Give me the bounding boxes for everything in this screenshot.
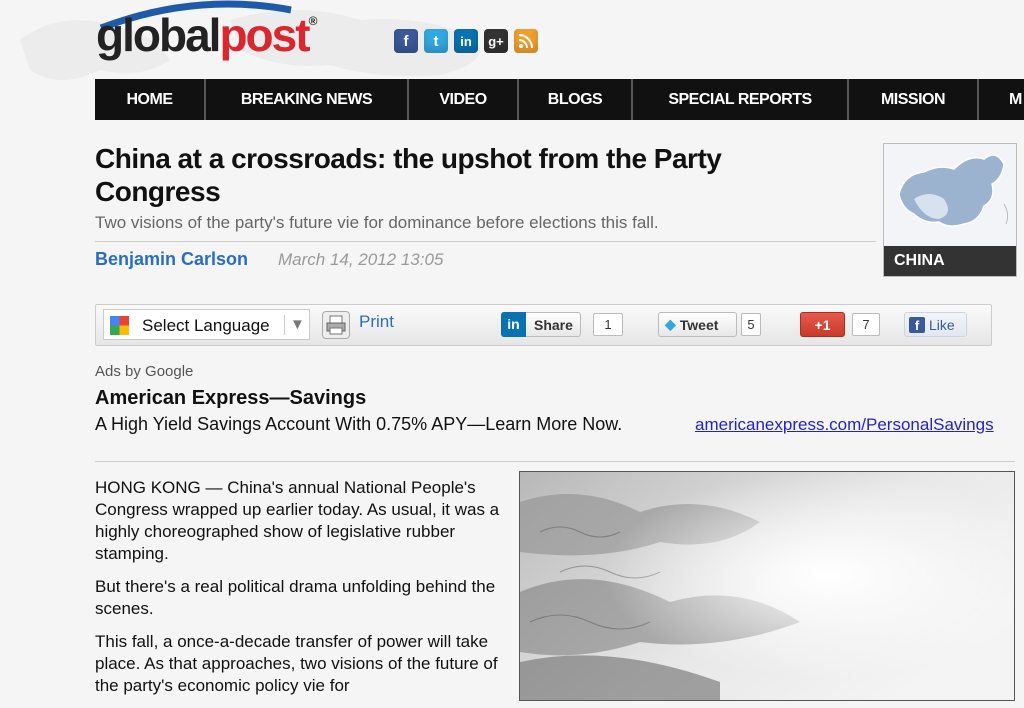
linkedin-icon: in <box>501 312 526 337</box>
printer-icon[interactable] <box>322 311 350 339</box>
linkedin-icon[interactable]: in <box>454 29 478 53</box>
article-subhead: Two visions of the party's future vie fo… <box>95 213 659 232</box>
social-icons: f t in g+ <box>394 29 538 53</box>
divider <box>95 461 1015 462</box>
linkedin-share-count: 1 <box>593 313 623 336</box>
print-link[interactable]: Print <box>359 312 394 332</box>
share-toolbar: Select Language ▼ Print in Share 1 ◆ Twe… <box>95 304 992 346</box>
gplus-count: 7 <box>852 313 880 336</box>
region-thumbnail[interactable]: CHINA <box>883 143 1017 277</box>
nav-mission[interactable]: MISSION <box>849 79 979 120</box>
printer-glyph <box>326 315 346 335</box>
article-body: HONG KONG — China's annual National Peop… <box>95 477 515 708</box>
logo-global-text: global <box>96 9 221 61</box>
facebook-icon[interactable]: f <box>394 29 418 53</box>
language-select[interactable]: Select Language ▼ <box>103 309 310 340</box>
rss-icon[interactable] <box>514 29 538 53</box>
region-label: CHINA <box>884 246 1016 276</box>
paragraph: But there's a real political drama unfol… <box>95 577 496 618</box>
china-map-image <box>884 144 1016 246</box>
article-headline: China at a crossroads: the upshot from t… <box>95 143 722 207</box>
ads-label[interactable]: Ads by Google <box>95 363 193 380</box>
article-photo[interactable] <box>519 471 1015 701</box>
google-plus-icon[interactable]: g+ <box>484 29 508 53</box>
chevron-down-icon: ▼ <box>290 316 305 333</box>
like-label: Like <box>929 316 955 333</box>
site-logo[interactable]: globalpost® <box>96 0 386 70</box>
ad-link[interactable]: americanexpress.com/PersonalSavings <box>695 415 994 435</box>
google-plus-one-button[interactable]: +1 <box>800 312 845 337</box>
logo-registered: ® <box>308 14 318 28</box>
nav-video[interactable]: VIDEO <box>409 79 519 120</box>
facebook-like-button[interactable]: f Like <box>904 312 967 337</box>
google-translate-icon <box>110 316 129 335</box>
tweet-count: 5 <box>741 313 761 336</box>
language-select-label: Select Language <box>142 316 270 335</box>
ad-description: A High Yield Savings Account With 0.75% … <box>95 414 623 434</box>
language-select-separator <box>284 315 285 335</box>
linkedin-share-label: Share <box>534 316 573 333</box>
rss-glyph <box>518 34 533 49</box>
nav-more[interactable]: M <box>979 79 1024 120</box>
twitter-icon[interactable]: t <box>424 29 448 53</box>
nav-home[interactable]: HOME <box>95 79 206 120</box>
main-nav: HOME BREAKING NEWS VIDEO BLOGS SPECIAL R… <box>95 79 1024 120</box>
twitter-bird-icon: ◆ <box>665 316 676 332</box>
linkedin-share-button[interactable]: in Share <box>501 312 581 337</box>
logo-post-text: post <box>219 9 310 61</box>
author-link[interactable]: Benjamin Carlson <box>95 249 248 270</box>
nav-blogs[interactable]: BLOGS <box>519 79 633 120</box>
tweet-button[interactable]: ◆ Tweet <box>658 312 737 337</box>
tweet-label: Tweet <box>679 316 719 333</box>
ink-painting-image <box>520 472 1014 700</box>
ad-title[interactable]: American Express—Savings <box>95 387 366 410</box>
publish-date: March 14, 2012 13:05 <box>278 250 444 269</box>
paragraph: HONG KONG — China's annual National Peop… <box>95 478 500 563</box>
nav-special-reports[interactable]: SPECIAL REPORTS <box>633 79 849 120</box>
gplus-label: +1 <box>814 316 831 333</box>
logo-wordmark: globalpost® <box>96 8 318 62</box>
paragraph: This fall, a once-a-decade transfer of p… <box>95 632 498 695</box>
facebook-icon: f <box>909 316 925 333</box>
nav-breaking-news[interactable]: BREAKING NEWS <box>206 79 409 120</box>
divider <box>95 241 876 242</box>
